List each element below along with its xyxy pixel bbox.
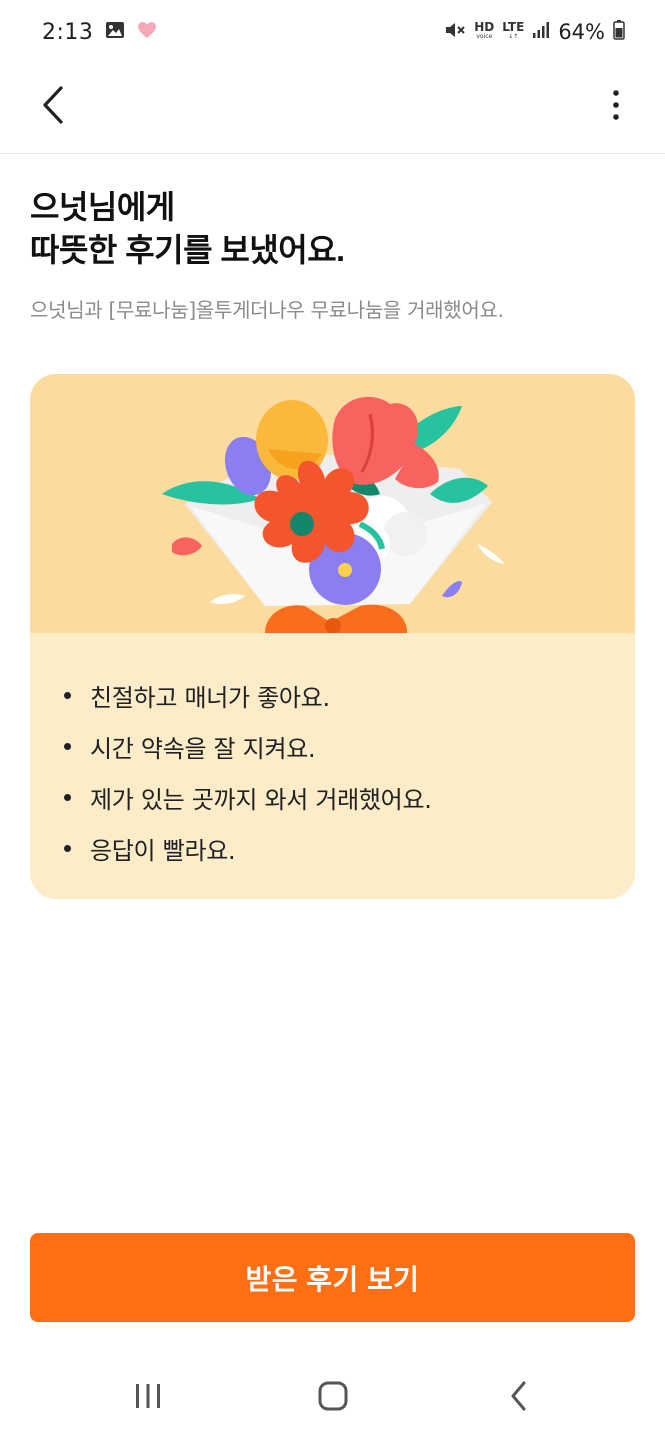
view-received-reviews-label: 받은 후기 보기 — [245, 1263, 420, 1295]
review-item: 제가 있는 곳까지 와서 거래했어요. — [64, 772, 624, 823]
page-title: 으넛님에게 따뜻한 후기를 보냈어요. — [30, 186, 635, 272]
back-button[interactable] — [30, 82, 76, 128]
title-line-1: 으넛님에게 — [30, 189, 175, 225]
review-card: 친절하고 매너가 좋아요. 시간 약속을 잘 지켜요. 제가 있는 곳까지 와서… — [30, 374, 635, 899]
bullet-icon — [64, 794, 71, 801]
flower-bouquet-illustration — [162, 396, 505, 633]
screen: 2:13 HD voice LTE ↓↑ 64% 으넛님에게 따뜻한 후기를 보… — [0, 0, 665, 1440]
signal-icon — [532, 21, 550, 43]
recent-apps-button[interactable] — [118, 1372, 178, 1420]
system-back-button[interactable] — [489, 1372, 549, 1420]
bullet-icon — [64, 743, 71, 750]
recent-apps-icon — [136, 1384, 160, 1408]
status-bar: 2:13 HD voice LTE ↓↑ 64% — [0, 0, 665, 64]
app-bar — [0, 64, 665, 154]
bullet-icon — [64, 845, 71, 852]
battery-icon — [613, 20, 625, 44]
heart-icon — [137, 21, 157, 43]
view-received-reviews-button[interactable]: 받은 후기 보기 — [30, 1233, 635, 1322]
status-left: 2:13 — [42, 20, 157, 45]
illustration-area — [30, 374, 635, 633]
review-item: 시간 약속을 잘 지켜요. — [64, 721, 624, 772]
review-item-text: 시간 약속을 잘 지켜요. — [90, 735, 316, 763]
lte-indicator: LTE ↓↑ — [502, 21, 524, 42]
status-time: 2:13 — [42, 19, 94, 45]
review-item-text: 응답이 빨라요. — [90, 837, 236, 865]
battery-percent: 64% — [558, 20, 605, 44]
status-right: HD voice LTE ↓↑ 64% — [444, 20, 625, 44]
hd-voice-indicator: HD voice — [474, 21, 494, 42]
review-item: 친절하고 매너가 좋아요. — [64, 670, 624, 721]
title-line-2: 따뜻한 후기를 보냈어요. — [30, 232, 345, 268]
review-list: 친절하고 매너가 좋아요. 시간 약속을 잘 지켜요. 제가 있는 곳까지 와서… — [64, 670, 624, 874]
system-nav-bar — [0, 1352, 665, 1440]
back-arrow-icon — [511, 1381, 526, 1411]
review-item: 응답이 빨라요. — [64, 823, 624, 874]
review-item-text: 제가 있는 곳까지 와서 거래했어요. — [90, 786, 432, 814]
chevron-left-icon — [43, 86, 63, 124]
mute-icon — [444, 20, 466, 44]
page-subtitle: 으넛님과 [무료나눔]올투게더나우 무료나눔을 거래했어요. — [30, 298, 504, 322]
home-icon — [318, 1381, 348, 1411]
review-item-text: 친절하고 매너가 좋아요. — [90, 684, 330, 712]
more-vertical-icon — [613, 90, 619, 120]
hd-sub-label: voice — [476, 33, 493, 40]
more-options-button[interactable] — [593, 82, 639, 128]
home-button[interactable] — [303, 1372, 363, 1420]
bullet-icon — [64, 692, 71, 699]
gallery-icon — [105, 21, 125, 43]
